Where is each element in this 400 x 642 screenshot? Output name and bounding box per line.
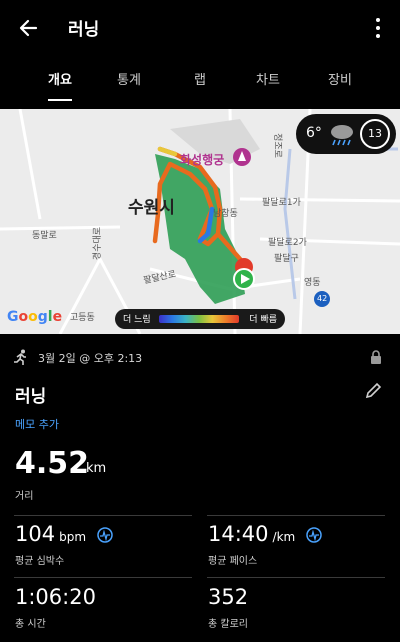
aqi-value: 13 <box>360 119 390 149</box>
map-road-label: 팔달구 <box>274 254 299 264</box>
stat-heart-rate: 104 bpm 평균 심박수 <box>15 522 113 567</box>
stat-calories: 352 총 칼로리 <box>208 585 248 630</box>
map-road-label: 동말로 <box>32 231 57 241</box>
stat-pace: 14:40/km 평균 페이스 <box>208 522 323 567</box>
heart-rate-unit: bpm <box>59 530 87 544</box>
map-road-label: 영동 <box>304 278 321 288</box>
map-poi-label: 화성행궁 <box>180 153 225 167</box>
google-logo: Google <box>7 309 63 325</box>
page-title: 러닝 <box>68 20 100 40</box>
map-road-label: 정조로 <box>271 133 282 158</box>
edit-pencil-icon[interactable] <box>364 382 382 400</box>
app-bar: 러닝 <box>0 0 400 56</box>
tab-stats[interactable]: 통계 <box>99 69 159 88</box>
back-arrow-icon[interactable] <box>14 14 42 42</box>
map-road-label: 경수대로 <box>93 226 104 261</box>
divider <box>14 515 192 516</box>
activity-date: 3월 2일 @ 오후 2:13 <box>38 352 143 365</box>
heart-rate-label: 평균 심박수 <box>15 556 65 567</box>
heart-rate-value: 104 <box>15 522 56 546</box>
divider <box>207 577 385 578</box>
divider <box>207 515 385 516</box>
weather-temp: 6° <box>306 125 322 141</box>
map-city-label: 수원시 <box>128 198 175 218</box>
tab-gear[interactable]: 장비 <box>310 69 370 88</box>
pace-value: 14:40 <box>208 522 269 546</box>
calories-value: 352 <box>208 585 249 609</box>
divider <box>14 577 192 578</box>
route-shield-label: 42 <box>317 294 328 303</box>
activity-meta: 3월 2일 @ 오후 2:13 <box>14 349 386 367</box>
rain-cloud-icon <box>331 125 353 146</box>
pace-info-icon[interactable] <box>306 527 323 543</box>
map-road-label: 고등동 <box>70 313 95 323</box>
weather-badge[interactable]: 6° 13 <box>296 114 396 154</box>
tab-charts[interactable]: 차트 <box>238 69 298 88</box>
speed-slow-label: 더 느림 <box>123 315 151 325</box>
total-time-value: 1:06:20 <box>15 585 96 609</box>
route-map[interactable]: 수원시 화성행궁 팔달로1가 팔달로2가 팔달구 동말로 팔달산로 남창동 영동… <box>0 109 400 334</box>
activity-title: 러닝 <box>15 387 47 407</box>
map-road-label: 팔달로1가 <box>262 198 301 208</box>
total-time-label: 총 시간 <box>15 619 46 630</box>
tab-laps[interactable]: 랩 <box>170 69 230 88</box>
speed-legend: 더 느림 더 빠름 <box>115 309 285 329</box>
distance-label: 거리 <box>15 491 34 502</box>
heart-rate-info-icon[interactable] <box>97 527 113 543</box>
distance-value: 4.52 <box>15 446 90 481</box>
add-memo-link[interactable]: 메모 추가 <box>15 416 59 432</box>
running-icon <box>14 349 26 365</box>
map-road-label: 팔달로2가 <box>268 238 307 248</box>
distance-unit: km <box>86 461 107 476</box>
lock-icon[interactable] <box>370 350 382 364</box>
stat-total-time: 1:06:20 총 시간 <box>15 585 96 630</box>
tab-overview[interactable]: 개요 <box>30 69 90 88</box>
pace-unit: /km <box>272 530 296 544</box>
active-tab-indicator <box>48 99 72 101</box>
speed-gradient-bar <box>159 315 239 323</box>
speed-fast-label: 더 빠름 <box>249 315 277 325</box>
more-options-icon[interactable] <box>370 14 386 42</box>
pace-label: 평균 페이스 <box>208 556 258 567</box>
map-road-label: 남창동 <box>213 209 238 219</box>
calories-label: 총 칼로리 <box>208 619 248 630</box>
